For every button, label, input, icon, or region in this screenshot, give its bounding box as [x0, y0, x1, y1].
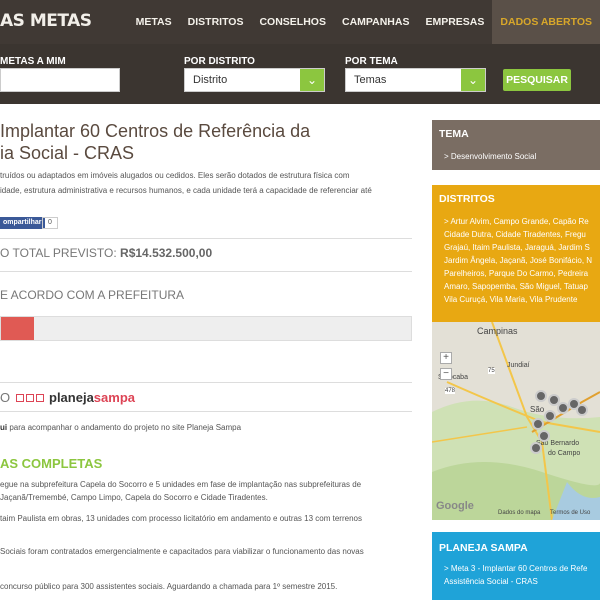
page-title-line-1: Implantar 60 Centros de Referência da	[0, 121, 311, 141]
square-icon	[36, 393, 44, 402]
main-nav: METAS DISTRITOS CONSELHOS CAMPANHAS EMPR…	[128, 0, 600, 44]
chevron-down-icon[interactable]: ⌄	[300, 69, 324, 91]
page-title: Implantar 60 Centros de Referência da ia…	[0, 120, 410, 164]
distritos-list: > Artur Alvim, Campo Grande, Capão Re Ci…	[432, 215, 600, 306]
map-marker-icon[interactable]	[530, 442, 542, 454]
planeja-sampa-panel: PLANEJA SAMPA > Meta 3 - Implantar 60 Ce…	[432, 532, 600, 600]
distrito-filter-label: POR DISTRITO	[184, 56, 255, 67]
sampa-logo-word: sampa	[93, 390, 135, 405]
list-item: egue na subprefeitura Capela do Socorro …	[0, 480, 362, 489]
distrito-select-value: Distrito	[193, 74, 228, 86]
map-label-jundiai: Jundiaí	[507, 362, 530, 369]
distritos-panel-title: DISTRITOS	[439, 193, 495, 205]
map-background	[432, 322, 600, 520]
progress-bar	[0, 316, 412, 341]
meta-description: truídos ou adaptados em imóveis alugados…	[0, 168, 410, 198]
distritos-panel: DISTRITOS > Artur Alvim, Campo Grande, C…	[432, 185, 600, 322]
tema-panel-title: TEMA	[439, 128, 469, 140]
share-count: 0	[42, 217, 58, 229]
planeja-line: > Meta 3 - Implantar 60 Centros de Refe	[444, 564, 588, 573]
zoom-out-icon[interactable]: −	[440, 368, 452, 380]
distrito-select[interactable]: Distrito ⌄	[184, 68, 325, 92]
top-navigation-bar: AS METAS METAS DISTRITOS CONSELHOS CAMPA…	[0, 0, 600, 44]
planeja-meta-link[interactable]: > Meta 3 - Implantar 60 Centros de Refe …	[432, 562, 600, 588]
distritos-line[interactable]: Jardim Ângela, Jaçanã, José Bonifácio, N	[444, 254, 600, 267]
facebook-share-button[interactable]: ompartilhar	[0, 217, 45, 229]
distritos-line[interactable]: Parelheiros, Parque Do Carmo, Pedreira	[444, 267, 600, 280]
road-label: 75	[488, 368, 495, 374]
page-title-line-2: ia Social - CRAS	[0, 143, 135, 163]
nav-distritos[interactable]: DISTRITOS	[180, 0, 252, 44]
distritos-line[interactable]: Vila Curuçá, Vila Maria, Vila Prudente	[444, 293, 600, 306]
planeja-logo-word: planeja	[49, 390, 94, 405]
list-item: taim Paulista em obras, 13 unidades com …	[0, 514, 362, 523]
distritos-line[interactable]: > Artur Alvim, Campo Grande, Capão Re	[444, 215, 600, 228]
description-line-1: truídos ou adaptados em imóveis alugados…	[0, 171, 350, 180]
map-marker-icon[interactable]	[538, 430, 550, 442]
square-icon	[26, 393, 34, 402]
map-label-do-campo: do Campo	[548, 450, 581, 457]
metas-filter-label: METAS A MIM	[0, 56, 66, 67]
total-cost: O TOTAL PREVISTO: R$14.532.500,00	[0, 246, 212, 260]
planeja-prefix: O	[0, 390, 11, 405]
follow-project-text: ui para acompanhar o andamento do projet…	[0, 423, 241, 432]
planeja-sampa-logo[interactable]: planeja sampa	[16, 390, 135, 405]
distritos-line[interactable]: Grajaú, Itaim Paulista, Jaraguá, Jardim …	[444, 241, 600, 254]
terms-of-use-link[interactable]: Termos de Uso	[550, 510, 590, 516]
total-cost-label: O TOTAL PREVISTO:	[0, 246, 117, 260]
square-icon	[16, 393, 24, 402]
site-logo[interactable]: AS METAS	[0, 11, 92, 31]
districts-map[interactable]: Campinas Jundiaí Sorocaba São São Bernar…	[432, 322, 600, 520]
search-button[interactable]: PESQUISAR	[503, 69, 571, 91]
planeja-sampa-title: PLANEJA SAMPA	[439, 542, 528, 554]
planeja-line: Assistência Social - CRAS	[444, 577, 538, 586]
distritos-line[interactable]: Amaro, Sapopemba, São Miguel, Tatuap	[444, 280, 600, 293]
total-cost-value: R$14.532.500,00	[120, 246, 213, 260]
divider	[0, 238, 412, 239]
map-marker-icon[interactable]	[544, 410, 556, 422]
map-label-campinas: Campinas	[477, 326, 518, 336]
nav-metas[interactable]: METAS	[128, 0, 180, 44]
description-line-2: idade, estrutura administrativa e recurs…	[0, 186, 372, 195]
zoom-in-icon[interactable]: +	[440, 352, 452, 364]
tema-link[interactable]: > Desenvolvimento Social	[432, 150, 600, 163]
list-item: Sociais foram contratados emergencialmen…	[0, 547, 364, 556]
divider	[0, 382, 412, 383]
metas-near-me-input[interactable]	[0, 68, 120, 92]
map-marker-icon[interactable]	[576, 404, 588, 416]
nav-dados-abertos[interactable]: DADOS ABERTOS	[492, 0, 600, 44]
divider	[0, 411, 412, 412]
map-marker-icon[interactable]	[535, 390, 547, 402]
tema-select[interactable]: Temas ⌄	[345, 68, 486, 92]
map-marker-icon[interactable]	[532, 418, 544, 430]
nav-campanhas[interactable]: CAMPANHAS	[334, 0, 417, 44]
nav-empresas[interactable]: EMPRESAS	[417, 0, 492, 44]
tema-select-value: Temas	[354, 74, 387, 86]
distritos-line[interactable]: Cidade Dutra, Cidade Tiradentes, Fregu	[444, 228, 600, 241]
divider	[0, 271, 412, 272]
tema-panel: TEMA > Desenvolvimento Social	[432, 120, 600, 170]
nav-conselhos[interactable]: CONSELHOS	[251, 0, 334, 44]
status-text: E ACORDO COM A PREFEITURA	[0, 288, 185, 302]
map-data-link[interactable]: Dados do mapa	[498, 510, 540, 516]
list-item: Jaçanã/Tremembé, Campo Limpo, Capela do …	[0, 493, 268, 502]
google-logo: Google	[436, 500, 474, 512]
progress-fill	[1, 317, 34, 340]
chevron-down-icon[interactable]: ⌄	[461, 69, 485, 91]
map-label-sao-paulo: São	[530, 405, 545, 414]
completed-actions-title: AS COMPLETAS	[0, 456, 103, 471]
follow-text: para acompanhar o andamento do projeto n…	[7, 423, 242, 432]
tema-filter-label: POR TEMA	[345, 56, 398, 67]
road-label: 478	[445, 388, 456, 394]
list-item: concurso público para 300 assistentes so…	[0, 582, 338, 591]
